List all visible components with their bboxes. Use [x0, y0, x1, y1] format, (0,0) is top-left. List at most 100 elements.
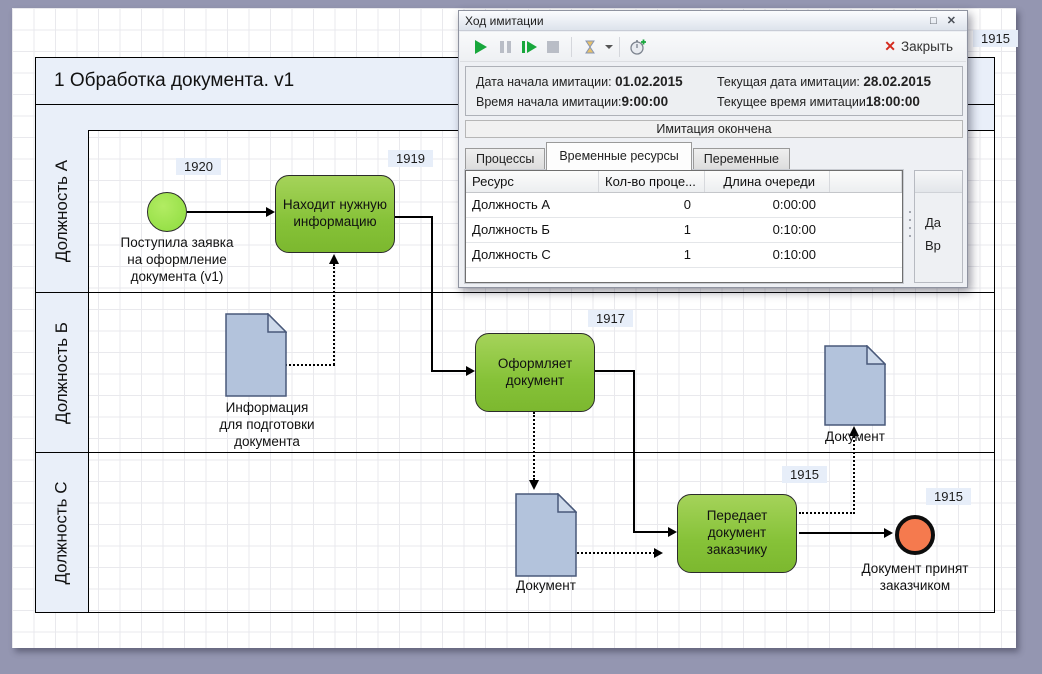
association-segment	[333, 264, 335, 365]
flow-segment	[799, 532, 885, 534]
dialog-tabs: Процессы Временные ресурсы Переменные	[465, 142, 791, 170]
lane-label-a: Должность А	[52, 160, 72, 262]
document3-label: Документ	[805, 429, 905, 446]
toolbar-separator	[619, 37, 620, 57]
task1-badge: 1919	[388, 150, 433, 167]
flow-arrowhead	[266, 207, 275, 217]
tab-vremennye-resursy[interactable]: Временные ресурсы	[546, 142, 691, 170]
dialog-titlebar[interactable]: Ход имитации □ ✕	[459, 11, 967, 31]
document1-label: Информация для подготовки документа	[182, 400, 352, 451]
add-timer-icon[interactable]	[626, 36, 650, 58]
flow-segment	[431, 216, 433, 372]
current-date-value: 28.02.2015	[863, 74, 931, 89]
table-row[interactable]: Должность А 0 0:00:00	[466, 193, 902, 218]
resources-table: Ресурс Кол-во проце... Длина очереди Дол…	[465, 170, 903, 283]
restore-icon[interactable]: □	[925, 15, 942, 27]
document-icon	[225, 313, 287, 397]
col-header-count[interactable]: Кол-во проце...	[599, 171, 705, 192]
simulation-info-panel: Дата начала имитации: 01.02.2015 Текущая…	[465, 66, 963, 116]
start-date-value: 01.02.2015	[615, 74, 683, 89]
step-button[interactable]	[517, 36, 541, 58]
pause-button[interactable]	[493, 36, 517, 58]
col-header-empty	[830, 171, 902, 192]
cell-count: 1	[599, 218, 705, 242]
flow-segment	[595, 370, 635, 372]
dialog-toolbar: ✕ Закрыть	[460, 32, 966, 62]
side-panel-header	[915, 171, 962, 193]
close-simulation-label: Закрыть	[901, 39, 953, 54]
start-event-label: Поступила заявка на оформление документа…	[97, 235, 257, 286]
flow-segment	[187, 211, 269, 213]
lane-header-a[interactable]: Должность А	[36, 130, 89, 292]
cell-queue: 0:10:00	[705, 218, 830, 242]
stop-button[interactable]	[541, 36, 565, 58]
document-shape[interactable]	[824, 345, 886, 431]
flow-arrowhead	[668, 527, 677, 537]
close-x-icon: ✕	[884, 38, 896, 55]
cell-empty	[830, 243, 902, 267]
chevron-down-icon[interactable]	[605, 45, 613, 49]
side-panel-item-time: Вр	[915, 234, 962, 257]
lane-label-c: Должность С	[52, 481, 72, 584]
end-event[interactable]	[895, 515, 935, 555]
document-icon	[824, 345, 886, 426]
table-header-row: Ресурс Кол-во проце... Длина очереди	[466, 171, 902, 193]
task3-badge: 1915	[782, 466, 827, 483]
close-icon[interactable]: ✕	[942, 14, 961, 27]
task-oformlyaet-dokument[interactable]: Оформляет документ	[475, 333, 595, 412]
tab-processy[interactable]: Процессы	[465, 148, 545, 170]
end-event-badge: 1915	[926, 488, 971, 505]
start-time-value: 9:00:00	[622, 94, 669, 109]
lane-header-c[interactable]: Должность С	[36, 453, 89, 612]
association-segment	[853, 436, 855, 514]
cell-empty	[830, 193, 902, 217]
flow-segment	[395, 216, 433, 218]
table-row[interactable]: Должность Б 1 0:10:00	[466, 218, 902, 243]
association-segment	[533, 412, 535, 480]
flow-arrowhead	[466, 366, 475, 376]
start-date-field: Дата начала имитации: 01.02.2015	[476, 74, 717, 89]
current-time-value: 18:00:00	[866, 94, 920, 109]
col-header-queue[interactable]: Длина очереди	[705, 171, 830, 192]
tab-peremennye[interactable]: Переменные	[693, 148, 790, 170]
association-segment	[285, 364, 335, 366]
cell-resource: Должность А	[466, 193, 599, 217]
association-segment	[799, 512, 855, 514]
side-panel-item-date: Да	[915, 211, 962, 234]
status-bar: Имитация окончена	[465, 120, 963, 138]
cell-count: 1	[599, 243, 705, 267]
simulation-dialog: Ход имитации □ ✕ ✕ Закрыть	[458, 10, 968, 288]
end-event-label: Документ принят заказчиком	[845, 561, 985, 595]
lane-header-b[interactable]: Должность Б	[36, 293, 89, 452]
flow-arrowhead	[884, 528, 893, 538]
start-event[interactable]	[147, 192, 187, 232]
cell-empty	[830, 218, 902, 242]
side-panel: Да Вр	[914, 170, 963, 283]
cell-queue: 0:10:00	[705, 243, 830, 267]
cell-resource: Должность С	[466, 243, 599, 267]
flow-segment	[431, 370, 467, 372]
start-time-field: Время начала имитации:9:00:00	[476, 94, 717, 109]
task-nahodit-informaciyu[interactable]: Находит нужную информацию	[275, 175, 395, 253]
hourglass-icon[interactable]	[578, 36, 602, 58]
document-shape[interactable]	[515, 493, 577, 582]
toolbar-separator	[571, 37, 572, 57]
start-event-badge: 1920	[176, 158, 221, 175]
dialog-title: Ход имитации	[465, 14, 544, 28]
task2-badge: 1917	[588, 310, 633, 327]
status-text: Имитация окончена	[656, 122, 771, 136]
document-icon	[515, 493, 577, 577]
cell-queue: 0:00:00	[705, 193, 830, 217]
play-button[interactable]	[469, 36, 493, 58]
close-simulation-button[interactable]: ✕ Закрыть	[884, 38, 957, 55]
flow-segment	[633, 531, 669, 533]
task-peredaet-dokument[interactable]: Передает документ заказчику	[677, 494, 797, 573]
cell-count: 0	[599, 193, 705, 217]
flow-segment	[633, 370, 635, 533]
document-shape[interactable]	[225, 313, 287, 402]
association-segment	[577, 552, 655, 554]
col-header-resource[interactable]: Ресурс	[466, 171, 599, 192]
current-time-field: Текущее время имитации18:00:00	[717, 94, 958, 109]
panel-splitter[interactable]	[907, 211, 912, 237]
table-row[interactable]: Должность С 1 0:10:00	[466, 243, 902, 268]
